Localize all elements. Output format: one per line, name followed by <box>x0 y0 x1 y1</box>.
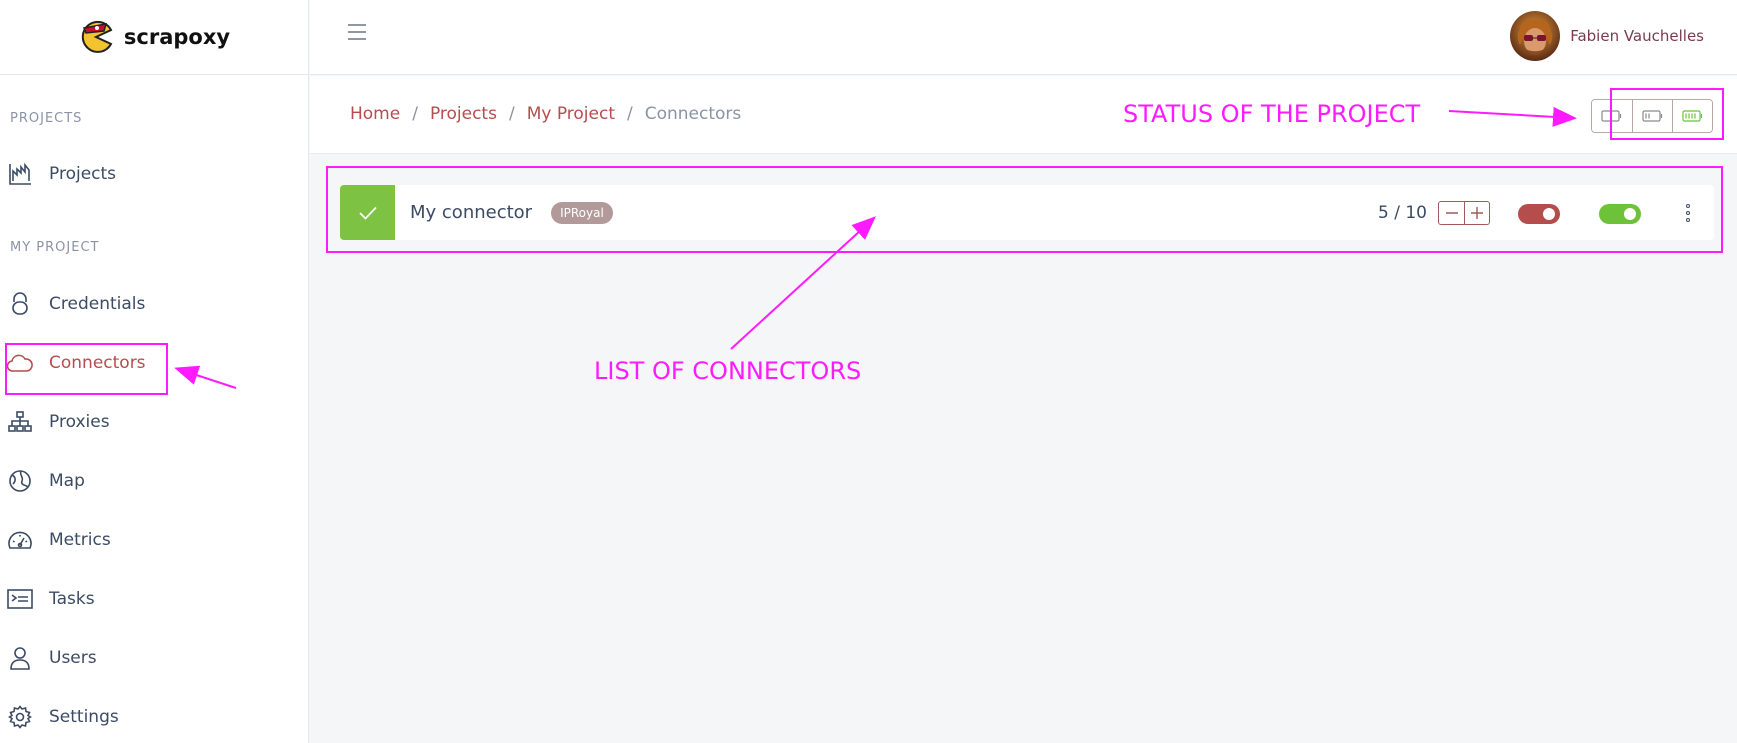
sidebar-item-label: Tasks <box>49 589 95 609</box>
breadcrumb-separator: / <box>627 104 633 124</box>
sidebar-item-settings[interactable]: Settings <box>0 693 309 741</box>
breadcrumb-current: Connectors <box>644 104 742 124</box>
sidebar-item-map[interactable]: Map <box>0 457 309 505</box>
terminal-icon <box>7 586 33 612</box>
sidebar-item-projects[interactable]: Projects <box>0 150 309 198</box>
annotation-status-label: STATUS OF THE PROJECT <box>1123 100 1421 128</box>
sidebar-item-label: Users <box>49 648 97 668</box>
breadcrumb: Home / Projects / My Project / Connector… <box>350 104 741 124</box>
annotation-box-connector-list <box>326 166 1723 253</box>
breadcrumb-separator: / <box>508 104 515 124</box>
brand[interactable]: scrapoxy <box>0 0 308 75</box>
sidebar-item-label: Proxies <box>49 412 110 432</box>
sidebar-item-label: Credentials <box>49 294 146 314</box>
sidebar-item-proxies[interactable]: Proxies <box>0 398 309 446</box>
breadcrumb-bar: Home / Projects / My Project / Connector… <box>310 76 1737 154</box>
sidebar-item-metrics[interactable]: Metrics <box>0 516 309 564</box>
breadcrumb-separator: / <box>412 104 418 124</box>
annotation-list-label: LIST OF CONNECTORS <box>594 357 862 385</box>
breadcrumb-home[interactable]: Home <box>350 104 400 124</box>
avatar <box>1510 11 1561 61</box>
lock-icon <box>7 291 33 317</box>
speedometer-icon <box>7 527 33 553</box>
user-name: Fabien Vauchelles <box>1570 27 1704 45</box>
sidebar-item-users[interactable]: Users <box>0 634 309 682</box>
sidebar-item-tasks[interactable]: Tasks <box>0 575 309 623</box>
sitemap-icon <box>7 409 33 435</box>
annotation-box-connectors <box>5 343 168 395</box>
sidebar-item-label: Settings <box>49 707 119 727</box>
top-header: Fabien Vauchelles <box>310 0 1737 75</box>
sidebar-item-label: Projects <box>49 164 117 184</box>
sidebar-item-label: Metrics <box>49 530 111 550</box>
section-title-my-project: MY PROJECT <box>10 240 100 255</box>
scrapoxy-logo-icon <box>81 20 113 53</box>
chart-icon <box>7 161 33 187</box>
breadcrumb-projects[interactable]: Projects <box>430 104 497 124</box>
user-menu[interactable]: Fabien Vauchelles <box>1510 11 1704 61</box>
sidebar-item-label: Map <box>49 471 85 491</box>
annotation-box-status <box>1610 88 1724 140</box>
hamburger-menu-icon[interactable] <box>346 22 370 44</box>
section-title-projects: PROJECTS <box>10 111 83 126</box>
user-icon <box>7 645 33 671</box>
gear-icon <box>7 704 33 730</box>
breadcrumb-my-project[interactable]: My Project <box>527 104 615 124</box>
globe-icon <box>7 468 33 494</box>
brand-name: scrapoxy <box>123 25 231 49</box>
sidebar-item-credentials[interactable]: Credentials <box>0 280 309 328</box>
